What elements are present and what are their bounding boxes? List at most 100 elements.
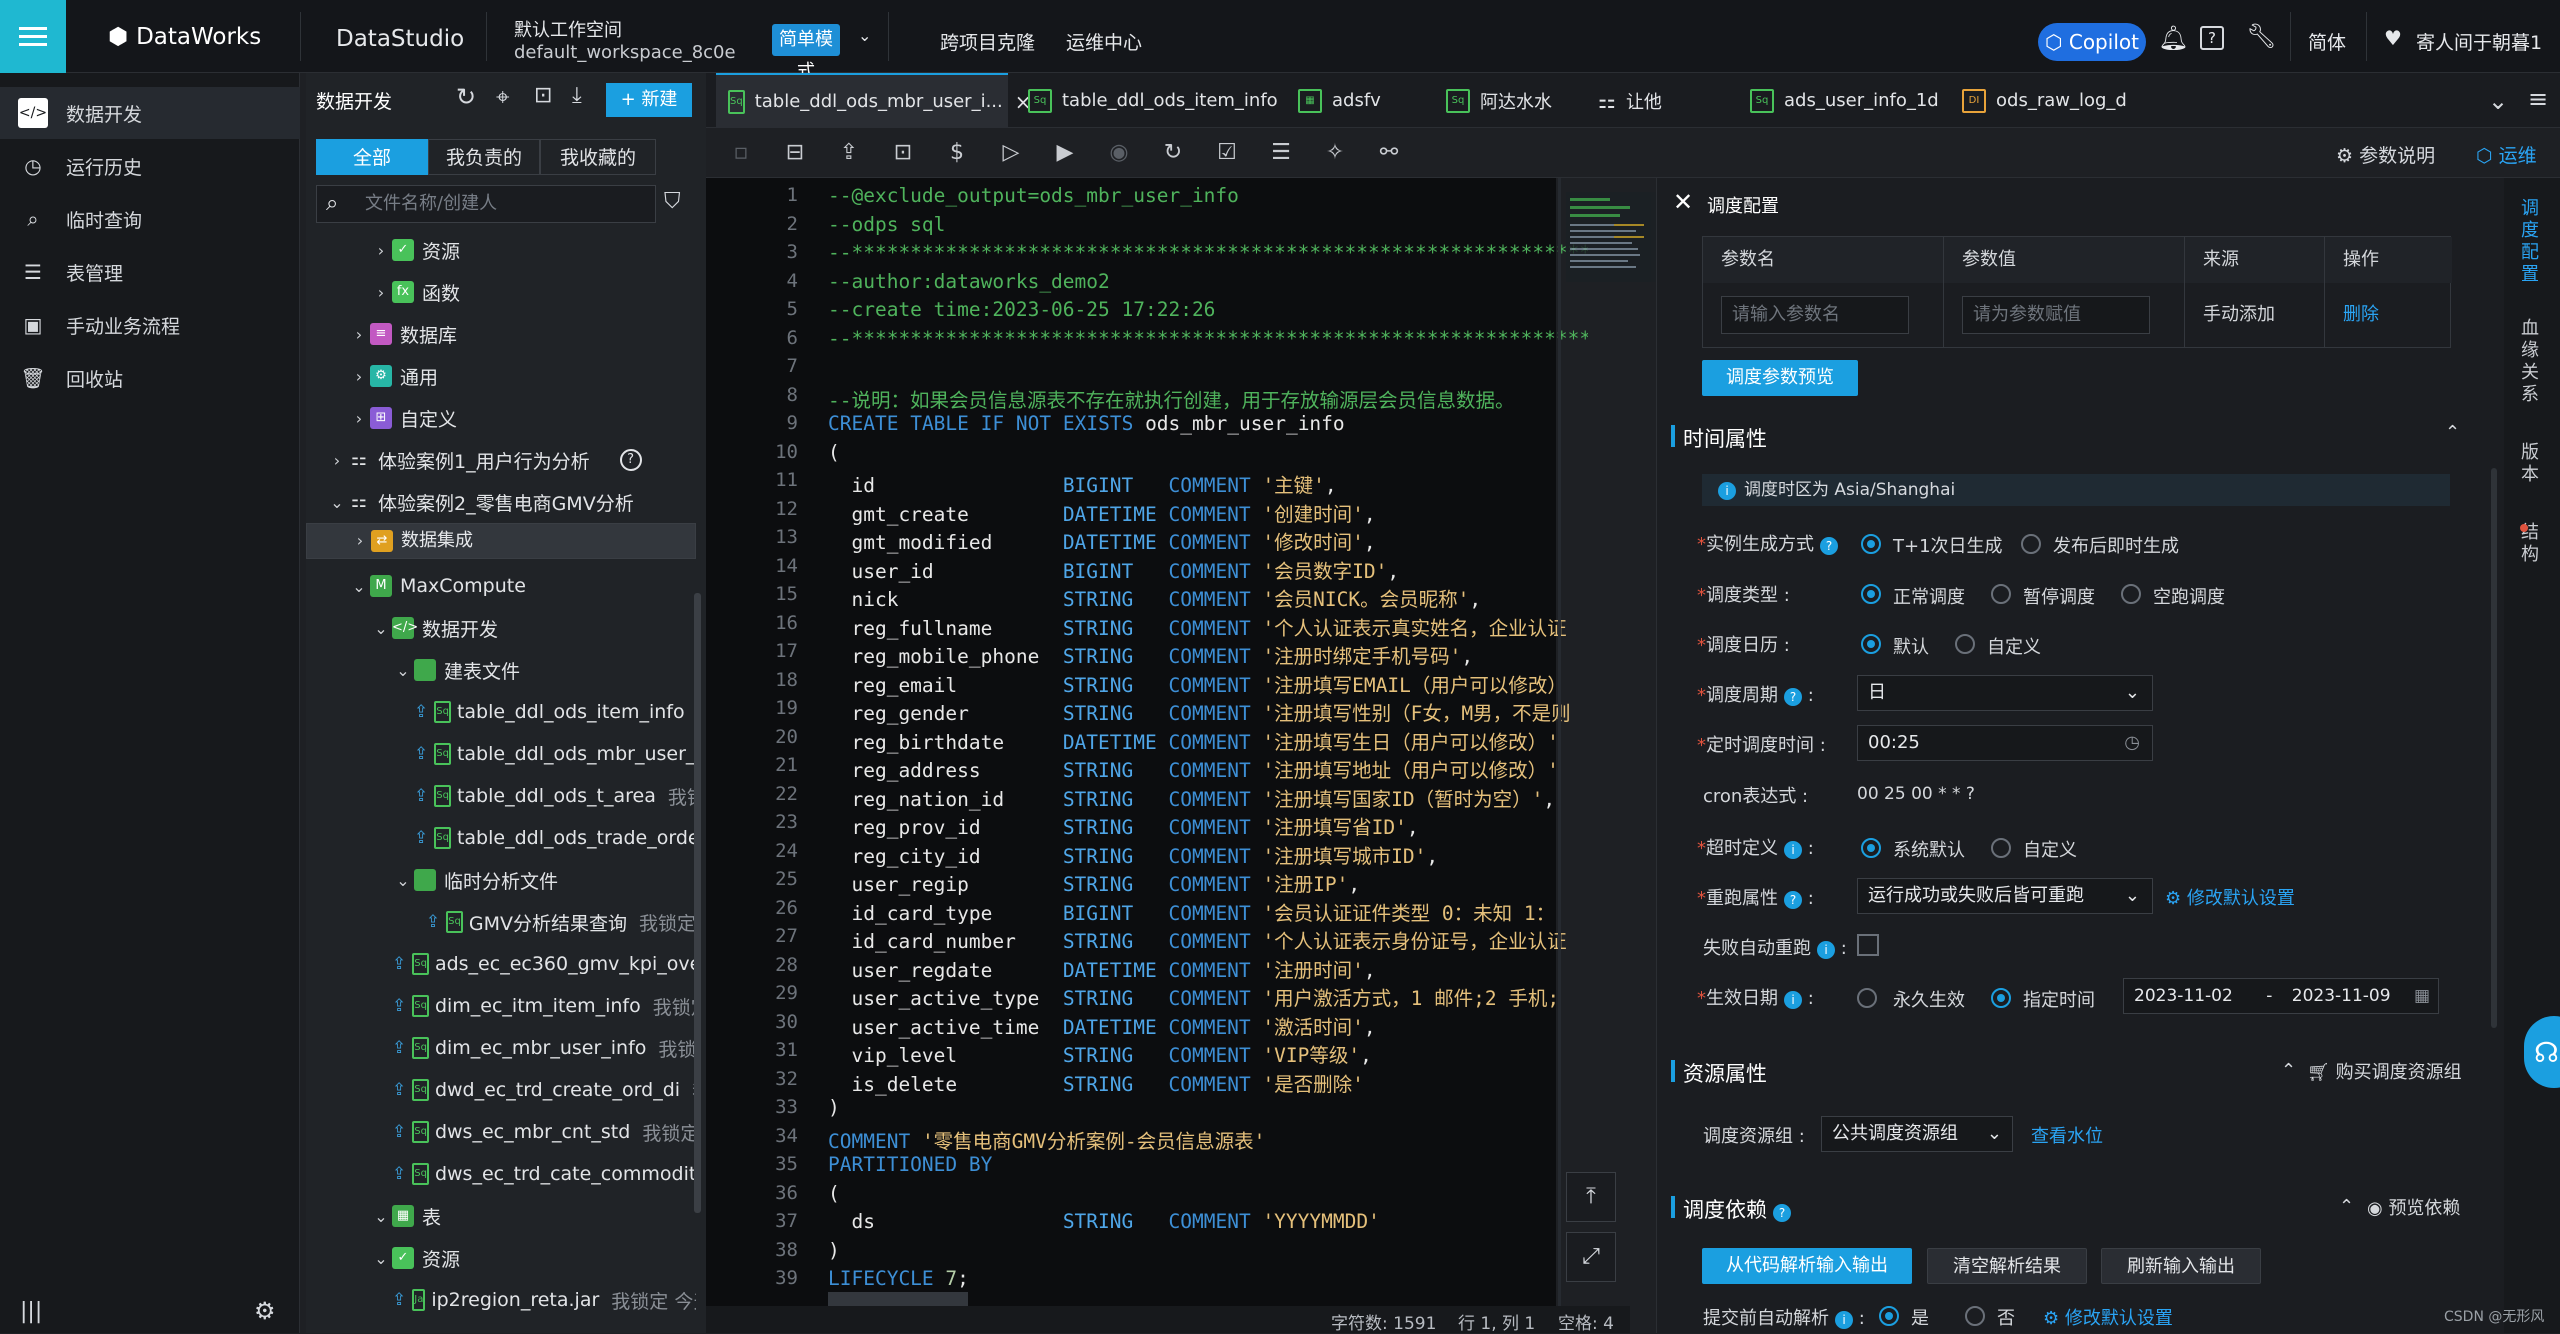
reload-icon[interactable]: ↻: [1160, 140, 1186, 166]
param-name-input[interactable]: 请输入参数名: [1721, 296, 1909, 334]
auto-parse-settings-link[interactable]: ⚙ 修改默认设置: [2043, 1304, 2173, 1330]
tree-row[interactable]: ⇪Sqdws_ec_trd_cate_commodity_gmv: [306, 1153, 696, 1195]
minimap[interactable]: [1566, 192, 1656, 282]
chevron-icon[interactable]: ›: [370, 283, 392, 302]
close-icon[interactable]: ✕: [1673, 188, 1693, 216]
chevron-icon[interactable]: ⌄: [370, 619, 392, 638]
tree-row[interactable]: ⇪Sqads_ec_ec360_gmv_kpi_overview: [306, 943, 696, 985]
help-icon[interactable]: ?: [619, 449, 642, 471]
tree-row[interactable]: › ⚙ 通用: [306, 355, 696, 397]
tree-row[interactable]: › fx 函数: [306, 271, 696, 313]
chevron-icon[interactable]: ›: [349, 524, 371, 558]
workspace-name[interactable]: default_workspace_8c0e: [514, 42, 736, 63]
tree-row[interactable]: ⌄ ▦ 表: [306, 1195, 696, 1237]
user-avatar-icon[interactable]: ♥: [2384, 26, 2402, 50]
tree-row[interactable]: ⇪Sqdim_ec_itm_item_info 我锁定: [306, 985, 696, 1027]
tree-row[interactable]: ⌄ 建表文件: [306, 649, 696, 691]
buy-resource-link[interactable]: 🛒︎ 购买调度资源组: [2307, 1058, 2462, 1084]
assistant-float-button[interactable]: ☊: [2524, 1016, 2560, 1088]
tree-row[interactable]: ⇪Sqtable_ddl_ods_trade_order我: [306, 817, 696, 859]
tab-ads-user-info[interactable]: Sq ads_user_info_1d: [1740, 73, 1950, 128]
param-value-input[interactable]: 请为参数赋值: [1962, 296, 2150, 334]
tree-row[interactable]: ⇪Sqdwd_ec_trd_create_ord_di我锁: [306, 1069, 696, 1111]
radio-custom[interactable]: [1955, 634, 1975, 654]
locate-icon[interactable]: ⌖: [496, 83, 510, 111]
bell-icon[interactable]: 🔔︎: [2158, 24, 2188, 52]
format-icon[interactable]: ☰: [1268, 140, 1294, 166]
collapse-icon[interactable]: ⌃: [2445, 422, 2460, 443]
tree-row[interactable]: ⌄ ⚏ 体验案例2_零售电商GMV分析: [306, 481, 696, 523]
save-icon[interactable]: ▫: [728, 140, 754, 166]
radio-normal[interactable]: [1861, 584, 1881, 604]
tree-row[interactable]: ⇪Sqtable_ddl_ods_item_info我锁: [306, 691, 696, 733]
radio-pause[interactable]: [1991, 584, 2011, 604]
param-preview-button[interactable]: 调度参数预览: [1702, 360, 1858, 396]
export-icon[interactable]: ⤓: [572, 83, 582, 108]
collapse-icon[interactable]: |||: [20, 1299, 42, 1324]
tree-row[interactable]: ⇪ Sq dws_ec_mbr_cnt_std 我锁定: [306, 1111, 696, 1153]
time-input[interactable]: 00:25 ◷: [1857, 725, 2153, 761]
code-area[interactable]: --@exclude_output=ods_mbr_user_info --odp…: [828, 178, 1588, 1298]
radio-permanent[interactable]: [1857, 988, 1877, 1008]
tab-adashuishui[interactable]: Sq 阿达水水: [1436, 73, 1586, 128]
wrench-icon[interactable]: 🔧︎: [2246, 22, 2276, 50]
chevron-icon[interactable]: ›: [348, 367, 370, 386]
param-desc-button[interactable]: ⚙ 参数说明: [2336, 141, 2435, 168]
radio-default[interactable]: [1861, 634, 1881, 654]
tree-row[interactable]: ⇪Sqtable_ddl_ods_mbr_user_info: [306, 733, 696, 775]
magic-icon[interactable]: ✧: [1322, 140, 1348, 166]
nav-item-recycle-bin[interactable]: 🗑︎ 回收站: [0, 352, 300, 404]
tree-scrollbar[interactable]: [694, 593, 701, 1213]
chevron-icon[interactable]: ›: [326, 451, 348, 470]
chevron-down-icon[interactable]: ⌄: [858, 26, 871, 45]
radio-timeout-custom[interactable]: [1991, 838, 2011, 858]
tree-row[interactable]: › ✓ 资源: [306, 229, 696, 271]
chevron-icon[interactable]: ›: [348, 409, 370, 428]
parse-io-button[interactable]: 从代码解析输入输出: [1702, 1248, 1912, 1284]
refresh-io-button[interactable]: 刷新输入输出: [2101, 1248, 2261, 1284]
chevron-icon[interactable]: ⌄: [348, 577, 370, 596]
cost-icon[interactable]: $: [944, 140, 970, 166]
tree-row[interactable]: ⇪ Sq GMV分析结果查询 我锁定: [306, 901, 696, 943]
tab-adsfv[interactable]: ▦ adsfv: [1288, 73, 1428, 128]
copilot-button[interactable]: ⬡ Copilot: [2038, 23, 2146, 61]
chevron-icon[interactable]: ⌄: [392, 871, 414, 890]
lock-icon[interactable]: ⊡: [890, 140, 916, 166]
nav-item-manual-flow[interactable]: ▣ 手动业务流程: [0, 299, 300, 351]
rerun-settings-link[interactable]: ⚙ 修改默认设置: [2165, 884, 2295, 910]
save-as-icon[interactable]: ⊟: [782, 140, 808, 166]
nav-item-data-dev[interactable]: </> 数据开发: [0, 87, 300, 139]
workspace-label[interactable]: 默认工作空间: [514, 16, 622, 42]
chevron-icon[interactable]: ›: [370, 241, 392, 260]
tree-search-input[interactable]: 文件名称/创建人: [316, 185, 656, 223]
radio-dryrun[interactable]: [2121, 584, 2141, 604]
vtab-lineage[interactable]: 血缘关系: [2518, 318, 2542, 406]
studio-title[interactable]: DataStudio: [336, 26, 464, 52]
rerun-select[interactable]: 运行成功或失败后皆可重跑 ⌄: [1857, 878, 2153, 914]
chevron-icon[interactable]: ⌄: [370, 1249, 392, 1268]
chevron-icon[interactable]: ⌄: [392, 661, 414, 680]
tree-row[interactable]: ⇪Sqdim_ec_mbr_user_info 我锁定: [306, 1027, 696, 1069]
mode-badge[interactable]: 简单模式: [772, 24, 840, 82]
fullscreen-icon[interactable]: ⤢: [1566, 1232, 1616, 1282]
submit-icon[interactable]: ⇪: [836, 140, 862, 166]
resource-select[interactable]: 公共调度资源组 ⌄: [1821, 1116, 2013, 1152]
language-switch[interactable]: 简体: [2308, 28, 2346, 55]
chevron-circle-icon[interactable]: ⌄: [2488, 87, 2508, 115]
gear-icon[interactable]: ⚙: [254, 1297, 276, 1325]
menu-icon[interactable]: ≡: [2528, 85, 2548, 113]
ops-center-link[interactable]: 运维中心: [1066, 28, 1142, 55]
tree-row[interactable]: ⌄ M MaxCompute: [306, 565, 696, 607]
ops-button[interactable]: ⬡ 运维: [2476, 141, 2537, 168]
chevron-icon[interactable]: ⌄: [370, 1207, 392, 1226]
radio-t1[interactable]: [1861, 534, 1881, 554]
app-logo[interactable]: ⬢ DataWorks: [108, 24, 261, 50]
cycle-select[interactable]: 日 ⌄: [1857, 675, 2153, 711]
nav-item-run-history[interactable]: ◷ 运行历史: [0, 140, 300, 192]
nav-item-table-mgmt[interactable]: ☰ 表管理: [0, 246, 300, 298]
filter-favorite[interactable]: 我收藏的: [540, 139, 656, 175]
tree-row[interactable]: › ⇄ 数据集成: [306, 523, 696, 559]
clear-parse-button[interactable]: 清空解析结果: [1927, 1248, 2087, 1284]
collapse-icon[interactable]: ⌃: [2281, 1060, 2296, 1081]
cross-clone-link[interactable]: 跨项目克隆: [940, 28, 1035, 55]
